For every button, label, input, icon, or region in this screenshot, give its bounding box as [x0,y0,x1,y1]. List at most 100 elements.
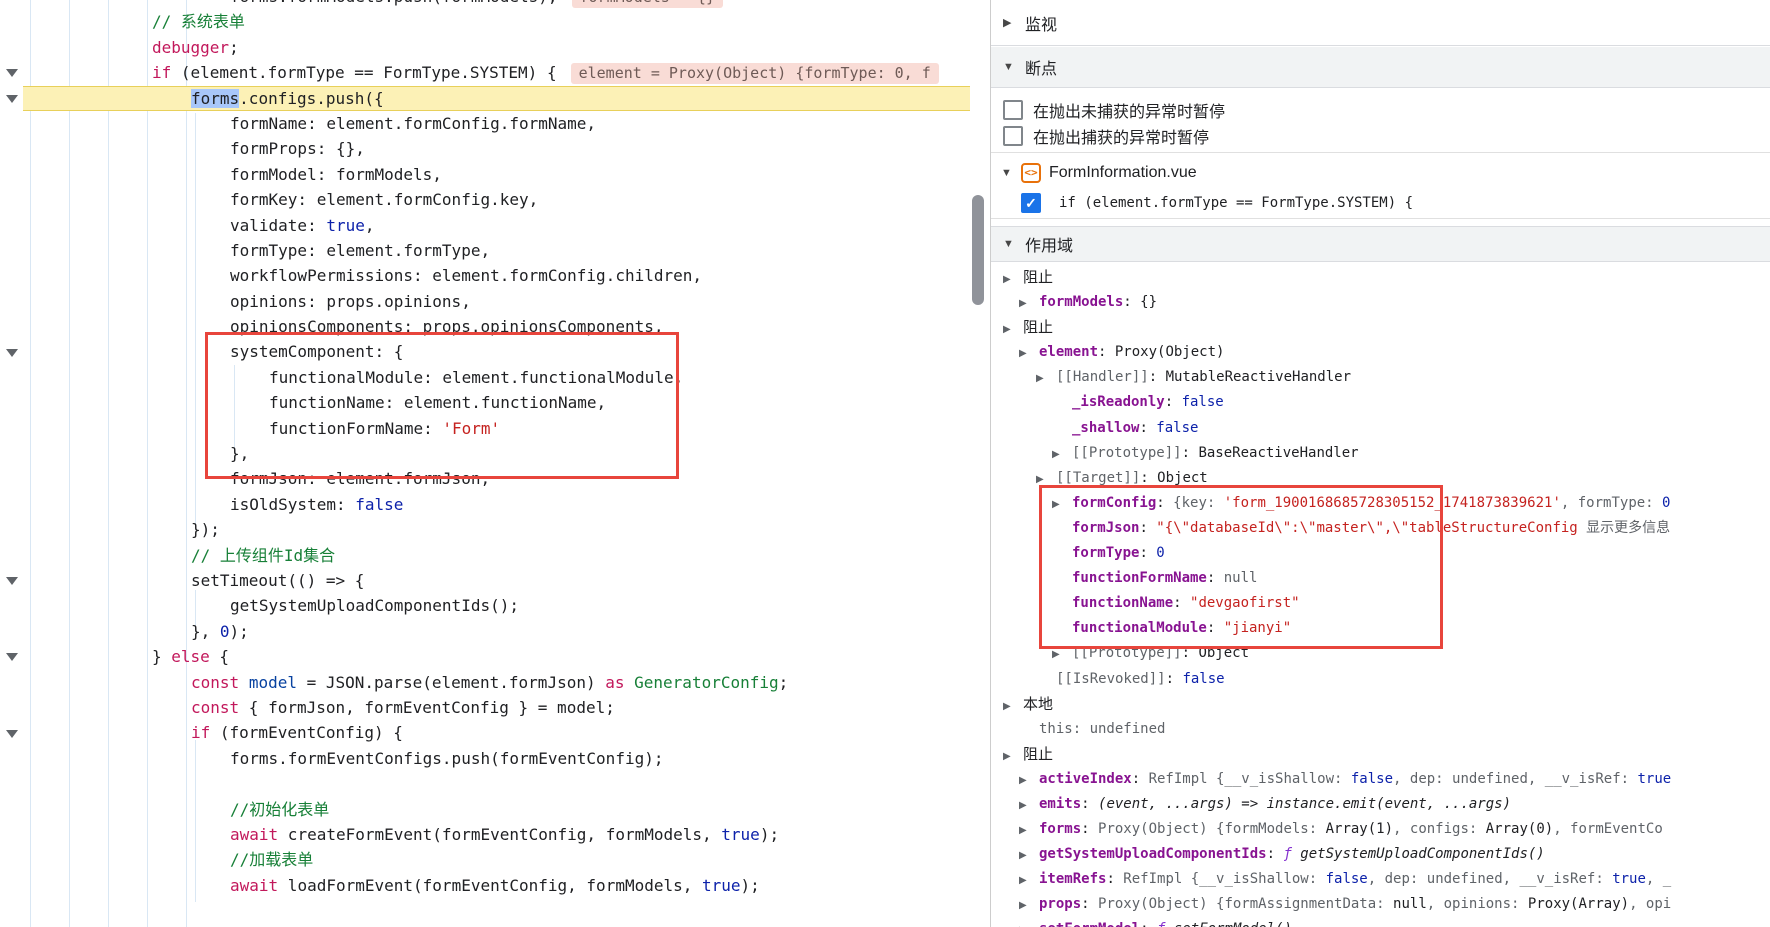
code-lines[interactable]: forms.formModels.push(formModels);formMo… [0,0,970,927]
expand-arrow-icon[interactable]: ▶ [1052,492,1072,516]
scope-tree-row[interactable]: ▶阻止 [991,315,1770,340]
scope-tree-row[interactable]: ▶getSystemUploadComponentIds: ƒ getSyste… [991,842,1770,867]
pause-on-uncaught-checkbox[interactable] [1003,100,1023,120]
code-line[interactable]: opinionsComponents: props.opinionsCompon… [0,314,970,339]
scope-tree-row[interactable]: ▶emits: (event, ...args) => instance.emi… [991,792,1770,817]
breakpoint-enabled-checkbox[interactable]: ✓ [1021,193,1041,213]
scope-tree-row[interactable]: functionName: "devgaofirst" [991,591,1770,616]
code-line[interactable]: debugger; [0,35,970,60]
code-line[interactable]: formName: element.formConfig.formName, [0,111,970,136]
code-line[interactable]: //初始化表单 [0,797,970,822]
code-line[interactable]: getSystemUploadComponentIds(); [0,593,970,618]
pane-divider[interactable] [990,0,991,927]
expand-arrow-icon[interactable]: ▶ [1052,442,1072,466]
code-line[interactable]: const model = JSON.parse(element.formJso… [0,670,970,695]
expand-arrow-icon[interactable]: ▶ [1019,843,1039,867]
code-line[interactable]: }); [0,517,970,542]
code-line[interactable]: // 上传组件Id集合 [0,543,970,568]
scope-tree-row[interactable]: ▶props: Proxy(Object) {formAssignmentDat… [991,892,1770,917]
scope-tree-row[interactable]: _shallow: false [991,416,1770,441]
code-line[interactable]: } else { [0,644,970,669]
code-line[interactable] [0,771,970,796]
expand-arrow-icon[interactable]: ▶ [1019,868,1039,892]
scope-tree-row[interactable]: ▶[[Prototype]]: Object [991,641,1770,666]
expand-arrow-icon[interactable]: ▶ [1003,317,1023,340]
code-line[interactable]: if (element.formType == FormType.SYSTEM)… [0,60,970,85]
code-line[interactable]: }, 0); [0,619,970,644]
scope-tree-row[interactable]: ▶formConfig: {key: 'form_190016868572830… [991,491,1770,516]
fold-toggle-icon[interactable] [6,730,18,738]
expand-arrow-icon[interactable]: ▶ [1019,893,1039,917]
code-line[interactable] [0,898,970,923]
expand-arrow-icon[interactable]: ▶ [1019,341,1039,365]
code-line[interactable]: forms.formEventConfigs.push(formEventCon… [0,746,970,771]
expand-arrow-icon[interactable]: ▶ [1019,768,1039,792]
code-line[interactable]: formModel: formModels, [0,162,970,187]
expand-arrow-icon[interactable]: ▶ [1003,267,1023,290]
code-line[interactable]: // 系统表单 [0,9,970,34]
scope-tree-row[interactable]: formType: 0 [991,541,1770,566]
scope-tree-row[interactable]: formJson: "{\"databaseId\":\"master\",\"… [991,516,1770,541]
scope-tree-row[interactable]: ▶element: Proxy(Object) [991,340,1770,365]
code-line[interactable]: formProps: {}, [0,136,970,161]
code-line[interactable]: formType: element.formType, [0,238,970,263]
expand-arrow-icon[interactable]: ▶ [1019,918,1039,927]
scope-tree-row[interactable]: functionFormName: null [991,566,1770,591]
code-line[interactable]: //TODO: 暂不放开 工作流没有获取表单数据这个步骤 获取表单数据 [0,923,970,927]
expand-arrow-icon[interactable]: ▶ [1003,744,1023,767]
scope-tree-row[interactable]: ▶activeIndex: RefImpl {__v_isShallow: fa… [991,767,1770,792]
pause-on-caught-checkbox[interactable] [1003,126,1023,146]
scope-tree-row[interactable]: ▶formModels: {} [991,290,1770,315]
scope-tree-row[interactable]: ▶[[Prototype]]: BaseReactiveHandler [991,441,1770,466]
scope-tree-row[interactable]: functionalModule: "jianyi" [991,616,1770,641]
source-editor-pane[interactable]: forms.formModels.push(formModels);formMo… [0,0,970,927]
scrollbar-thumb[interactable] [972,195,984,305]
code-line[interactable]: functionFormName: 'Form' [0,416,970,441]
code-line[interactable]: workflowPermissions: element.formConfig.… [0,263,970,288]
scope-section-header[interactable]: ▼ 作用域 [991,226,1770,262]
code-line[interactable]: const { formJson, formEventConfig } = mo… [0,695,970,720]
fold-toggle-icon[interactable] [6,653,18,661]
code-line[interactable]: formJson: element.formJson, [0,466,970,491]
breakpoint-file-group[interactable]: ▼ <> FormInformation.vue [991,160,1770,186]
execution-line[interactable]: forms.configs.push({ [23,86,970,111]
code-line[interactable]: functionalModule: element.functionalModu… [0,365,970,390]
code-line[interactable]: functionName: element.functionName, [0,390,970,415]
fold-toggle-icon[interactable] [6,577,18,585]
scope-tree-row[interactable]: [[IsRevoked]]: false [991,667,1770,692]
expand-arrow-icon[interactable]: ▶ [1003,694,1023,717]
scope-tree-row[interactable]: ▶本地 [991,692,1770,717]
expand-arrow-icon[interactable]: ▶ [1019,793,1039,817]
scope-tree-row[interactable]: ▶setFormModel: ƒ setFormModel() [991,917,1770,927]
breakpoint-entry[interactable]: ✓ if (element.formType == FormType.SYSTE… [991,190,1770,216]
pause-on-caught-exceptions-row[interactable]: 在抛出捕获的异常时暂停 [991,123,1770,149]
code-line[interactable]: await loadFormEvent(formEventConfig, for… [0,873,970,898]
expand-arrow-icon[interactable]: ▶ [1036,467,1056,491]
code-line[interactable]: await createFormEvent(formEventConfig, f… [0,822,970,847]
expand-arrow-icon[interactable]: ▶ [1019,291,1039,315]
watch-section-header[interactable]: ▶ 监视 [991,0,1770,46]
code-line[interactable]: if (formEventConfig) { [0,720,970,745]
scope-tree-row[interactable]: ▶forms: Proxy(Object) {formModels: Array… [991,817,1770,842]
scope-tree-row[interactable]: ▶[[Handler]]: MutableReactiveHandler [991,365,1770,390]
scope-tree-row[interactable]: ▶itemRefs: RefImpl {__v_isShallow: false… [991,867,1770,892]
fold-toggle-icon[interactable] [6,349,18,357]
pause-on-uncaught-exceptions-row[interactable]: 在抛出未捕获的异常时暂停 [991,97,1770,123]
code-line[interactable]: validate: true, [0,213,970,238]
code-line[interactable]: formKey: element.formConfig.key, [0,187,970,212]
expand-arrow-icon[interactable]: ▶ [1036,366,1056,390]
code-line[interactable]: forms.formModels.push(formModels);formMo… [0,0,970,9]
show-more-link[interactable]: 显示更多信息 [1578,520,1670,536]
scope-tree-row[interactable]: this: undefined [991,717,1770,742]
vertical-scrollbar[interactable] [971,0,985,927]
code-line[interactable]: isOldSystem: false [0,492,970,517]
expand-arrow-icon[interactable]: ▶ [1052,642,1072,666]
code-line[interactable]: setTimeout(() => { [0,568,970,593]
fold-toggle-icon[interactable] [6,95,18,103]
breakpoints-section-header[interactable]: ▼ 断点 [991,47,1770,88]
scope-tree-row[interactable]: ▶阻止 [991,742,1770,767]
scope-tree-row[interactable]: ▶阻止 [991,265,1770,290]
code-line[interactable]: systemComponent: { [0,339,970,364]
fold-toggle-icon[interactable] [6,69,18,77]
code-line[interactable]: //加载表单 [0,847,970,872]
